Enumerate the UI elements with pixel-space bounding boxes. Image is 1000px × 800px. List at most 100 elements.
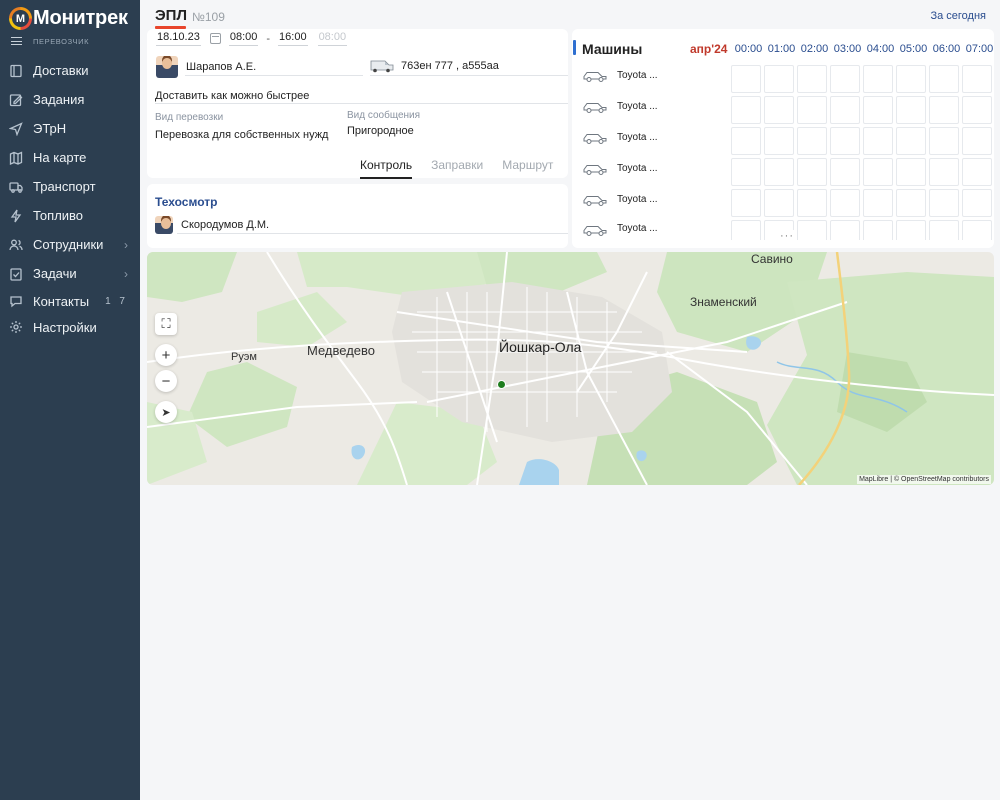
date-field[interactable]: 18.10.23 [156, 31, 201, 46]
inspector-field[interactable]: Скородумов Д.М. [155, 216, 269, 234]
transport-type-value[interactable]: Перевозка для собственных нужд [155, 129, 328, 141]
schedule-cell[interactable] [731, 189, 761, 217]
sidebar-item-transport[interactable]: Транспорт [0, 172, 140, 201]
zoom-in-button[interactable]: + [155, 344, 177, 366]
sidebar-item-map[interactable]: На карте [0, 143, 140, 172]
schedule-cell[interactable] [830, 158, 860, 186]
schedule-cell[interactable] [764, 96, 794, 124]
cars-month[interactable]: апр'24 [690, 42, 727, 56]
schedule-cell[interactable] [764, 65, 794, 93]
car-icon [583, 102, 607, 113]
schedule-cell[interactable] [962, 220, 992, 240]
schedule-cell[interactable] [731, 127, 761, 155]
schedule-grid[interactable] [731, 65, 993, 240]
schedule-cell[interactable] [929, 127, 959, 155]
schedule-cell[interactable] [929, 189, 959, 217]
schedule-cell[interactable] [731, 158, 761, 186]
schedule-cell[interactable] [863, 158, 893, 186]
schedule-cell[interactable] [830, 96, 860, 124]
schedule-cell[interactable] [896, 158, 926, 186]
sidebar-item-employees[interactable]: Сотрудники › [0, 230, 140, 259]
schedule-cell[interactable] [863, 65, 893, 93]
schedule-cell[interactable] [896, 65, 926, 93]
car-icon [583, 195, 607, 206]
inspection-card: Техосмотр Скородумов Д.М. [147, 184, 568, 248]
schedule-cell[interactable] [929, 158, 959, 186]
car-row[interactable]: Toyota ... [582, 153, 727, 184]
time-to-field[interactable]: 16:00 [278, 31, 308, 46]
schedule-cell[interactable] [830, 189, 860, 217]
sidebar-item-deliveries[interactable]: Доставки [0, 56, 140, 85]
calendar-icon[interactable] [209, 33, 221, 44]
schedule-cell[interactable] [830, 127, 860, 155]
sidebar-item-label: Контакты [33, 293, 90, 309]
schedule-cell[interactable] [962, 65, 992, 93]
schedule-cell[interactable] [929, 220, 959, 240]
schedule-cell[interactable] [764, 189, 794, 217]
schedule-cell[interactable] [731, 96, 761, 124]
sidebar-item-settings[interactable]: Настройки [0, 314, 140, 340]
time-extra-field[interactable]: 08:00 [317, 31, 348, 46]
schedule-cell[interactable] [929, 65, 959, 93]
schedule-cell[interactable] [962, 189, 992, 217]
schedule-cell[interactable] [797, 65, 827, 93]
car-row[interactable]: Toyota ... [582, 91, 727, 122]
document-number: №109 [192, 10, 225, 24]
map-attribution[interactable]: MapLibre | © OpenStreetMap contributors [857, 475, 991, 484]
menu-icon[interactable] [11, 37, 22, 45]
schedule-cell[interactable] [731, 65, 761, 93]
sidebar-item-contacts[interactable]: Контакты 1 7 [0, 288, 140, 314]
trip-note[interactable]: Доставить как можно быстрее [155, 90, 309, 102]
schedule-cell[interactable] [962, 158, 992, 186]
schedule-cell[interactable] [863, 189, 893, 217]
schedule-cell[interactable] [896, 96, 926, 124]
schedule-cell[interactable] [896, 127, 926, 155]
fullscreen-icon[interactable]: ⛶ [155, 313, 177, 335]
vehicle-field[interactable]: 763ен 777 , а555аа [370, 59, 499, 73]
time-from-field[interactable]: 08:00 [228, 31, 259, 46]
schedule-cell[interactable] [797, 189, 827, 217]
schedule-cell[interactable] [896, 220, 926, 240]
sidebar-item-etrn[interactable]: ЭТрН [0, 114, 140, 143]
schedule-cell[interactable] [731, 220, 761, 240]
schedule-cell[interactable] [797, 220, 827, 240]
sidebar-item-todo[interactable]: Задачи › [0, 259, 140, 288]
schedule-cell[interactable] [896, 189, 926, 217]
schedule-cell[interactable] [764, 127, 794, 155]
locate-icon[interactable]: ➤ [155, 401, 177, 423]
vehicle-marker[interactable] [497, 380, 506, 389]
zoom-out-button[interactable]: − [155, 370, 177, 392]
schedule-cell[interactable] [863, 127, 893, 155]
sidebar-item-fuel[interactable]: Топливо [0, 201, 140, 230]
hour-label: 06:00 [932, 43, 961, 55]
inspection-title: Техосмотр [155, 195, 218, 209]
schedule-cell[interactable] [863, 96, 893, 124]
schedule-cell[interactable] [863, 220, 893, 240]
today-link[interactable]: За сегодня [930, 10, 986, 22]
schedule-cell[interactable] [830, 220, 860, 240]
sidebar-item-tasks[interactable]: Задания [0, 85, 140, 114]
brand-logo[interactable]: М Монитрек [9, 7, 128, 30]
schedule-cell[interactable] [797, 127, 827, 155]
hour-label: 03:00 [833, 43, 862, 55]
map-view[interactable]: Савино Знаменский Йошкар-Ола Медведево Р… [147, 252, 994, 485]
route-type-value[interactable]: Пригородное [347, 125, 414, 137]
car-row[interactable]: Toyota ... [582, 215, 727, 237]
more-indicator[interactable]: ··· [777, 230, 797, 242]
schedule-cell[interactable] [962, 127, 992, 155]
hour-label: 02:00 [800, 43, 829, 55]
tab-route[interactable]: Маршрут [502, 158, 553, 179]
schedule-cell[interactable] [830, 65, 860, 93]
car-row[interactable]: Toyota ... [582, 184, 727, 215]
schedule-cell[interactable] [929, 96, 959, 124]
schedule-cell[interactable] [797, 158, 827, 186]
avatar [155, 216, 173, 234]
tab-control[interactable]: Контроль [360, 158, 413, 179]
schedule-cell[interactable] [764, 158, 794, 186]
schedule-cell[interactable] [797, 96, 827, 124]
car-row[interactable]: Toyota ... [582, 122, 727, 153]
car-name: Toyota ... [617, 163, 658, 174]
tab-refuels[interactable]: Заправки [431, 158, 483, 179]
schedule-cell[interactable] [962, 96, 992, 124]
car-row[interactable]: Toyota ... [582, 60, 727, 91]
